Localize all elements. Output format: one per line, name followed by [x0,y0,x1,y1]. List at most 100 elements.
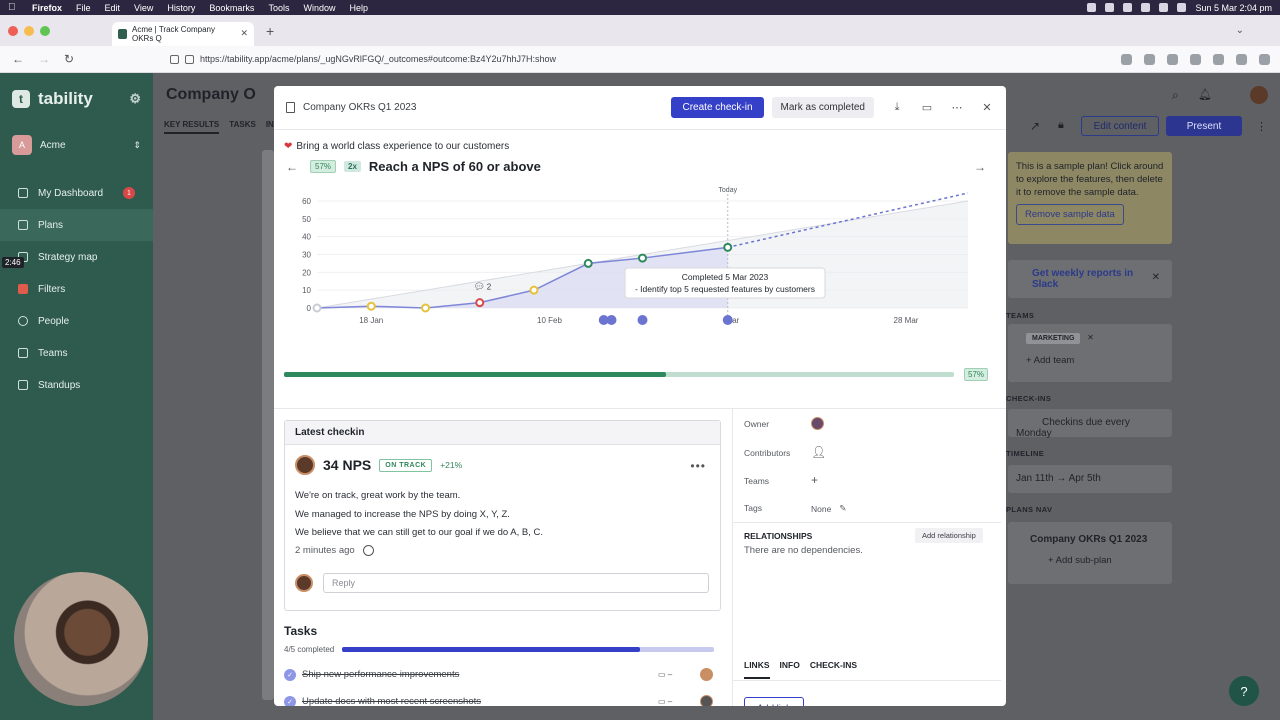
remove-sample-data-button[interactable]: Remove sample data [1016,204,1124,225]
owner-value[interactable] [811,417,824,430]
avatar[interactable] [700,668,713,681]
checkin-more-icon[interactable]: ••• [690,459,706,473]
menu-view[interactable]: View [134,3,153,13]
menu-history[interactable]: History [167,3,195,13]
menu-edit[interactable]: Edit [105,3,121,13]
back-icon[interactable]: ← [12,52,26,66]
menu-icon[interactable] [1259,53,1270,65]
remove-team-icon[interactable]: ✕ [1087,333,1094,342]
sidebar-item-filters[interactable]: Filters [0,273,153,305]
add-link-button[interactable]: Add link [744,697,804,706]
control-center-icon[interactable] [1177,3,1187,12]
task-due-date[interactable]: ▭ – [658,670,694,679]
lock-icon[interactable]: 🔒︎ [1058,119,1064,132]
check-icon[interactable]: ✓ [284,668,296,681]
modal-plan-name[interactable]: Company OKRs Q1 2023 [303,102,416,113]
bell-icon[interactable]: 🔔︎ [1198,88,1212,101]
task-label[interactable]: Update docs with most recent screenshots [302,696,652,706]
minimize-window-icon[interactable] [24,25,34,36]
tags-value[interactable]: None ✎ [811,503,846,514]
menu-window[interactable]: Window [303,3,335,13]
present-icon[interactable]: ▭ [920,101,934,114]
workspace-switcher[interactable]: A Acme ⇕ [12,135,141,155]
task-item[interactable]: ✓ Ship new performance improvements ▭ – [284,668,721,681]
close-tab-icon[interactable]: ✕ [240,28,248,39]
edit-content-button[interactable]: Edit content [1081,116,1159,136]
checkins-card[interactable]: Checkins due every Monday [1008,409,1172,439]
add-team-icon[interactable]: + [811,473,818,487]
create-checkin-button[interactable]: Create check-in [671,97,764,118]
add-subplan-link[interactable]: + Add sub-plan [1016,555,1164,566]
menu-tools[interactable]: Tools [268,3,289,13]
team-tag[interactable]: MARKETING [1026,333,1081,344]
url-bar[interactable]: https://tability.app/acme/plans/_ugNGvRl… [170,48,1030,70]
shield-icon[interactable] [170,54,179,64]
downloads-icon[interactable] [1144,53,1155,65]
tab-list-chevron-icon[interactable]: ⌄ [1236,25,1244,36]
search-icon[interactable]: ⌕ [1172,88,1179,103]
download-icon[interactable]: ⤓ [890,101,904,114]
pencil-icon[interactable]: ✎ [839,503,846,514]
avatar[interactable] [295,455,315,475]
tab-tasks[interactable]: TASKS [229,120,256,134]
task-due-date[interactable]: ▭ – [658,697,694,706]
menu-file[interactable]: File [76,3,91,13]
pocket-icon[interactable] [1121,53,1132,65]
add-contributor-icon[interactable]: 👤︎ [811,445,826,459]
task-item[interactable]: ✓ Update docs with most recent screensho… [284,695,721,706]
url-text[interactable]: https://tability.app/acme/plans/_ugNGvRl… [200,54,556,64]
new-tab-icon[interactable]: + [266,23,274,39]
present-button[interactable]: Present [1166,116,1242,136]
wifi-icon[interactable] [1141,3,1151,12]
close-icon[interactable]: ✕ [980,101,994,114]
apple-icon[interactable]:  [8,2,22,13]
more-icon[interactable]: ⋮ [1256,120,1267,133]
zoom-window-icon[interactable] [40,25,50,36]
tab-checkins[interactable]: CHECK-INS [810,660,857,679]
objective-line[interactable]: ❤ Bring a world class experience to our … [284,141,509,152]
arrow-right-icon[interactable]: → [974,160,986,174]
extension-icon[interactable] [1213,53,1224,65]
sidebar-item-standups[interactable]: Standups [0,369,153,401]
sidebar-item-my-dashboard[interactable]: My Dashboard 1 [0,177,153,209]
menu-help[interactable]: Help [349,3,368,13]
arrow-left-icon[interactable]: ← [286,160,298,174]
avatar[interactable] [700,695,713,706]
reload-icon[interactable]: ↻ [64,52,78,66]
sidebar-item-teams[interactable]: Teams [0,337,153,369]
tab-key-results[interactable]: KEY RESULTS [164,120,220,134]
emoji-reaction-icon[interactable] [362,545,374,556]
mark-completed-button[interactable]: Mark as completed [771,97,874,118]
tab-insights[interactable]: IN [266,120,274,134]
reply-input[interactable]: Reply [323,573,709,593]
more-icon[interactable]: ⋯ [950,101,964,114]
status-icon[interactable] [1105,3,1115,12]
add-team-link[interactable]: + Add team [1016,355,1164,366]
help-icon[interactable]: ? [1229,676,1259,706]
add-relationship-button[interactable]: Add relationship [915,528,983,543]
share-icon[interactable]: ↗ [1030,119,1040,133]
slack-reports-card[interactable]: Get weekly reports in Slack ✕ [1008,260,1172,298]
close-icon[interactable]: ✕ [1152,272,1160,283]
brand-logo[interactable]: t tability ⚙ [0,73,153,125]
task-label[interactable]: Ship new performance improvements [302,669,652,680]
close-window-icon[interactable] [8,25,18,36]
tab-links[interactable]: LINKS [744,660,770,679]
tab-info[interactable]: INFO [780,660,800,679]
sidebar-item-plans[interactable]: Plans [0,209,153,241]
search-icon[interactable] [1159,3,1169,12]
browser-tab[interactable]: Acme | Track Company OKRs Q ✕ [112,21,254,46]
extension-icon[interactable] [1167,53,1178,65]
status-icon[interactable] [1087,3,1097,12]
slack-reports-link[interactable]: Get weekly reports in Slack [1016,268,1146,290]
avatar[interactable] [811,417,824,430]
check-icon[interactable]: ✓ [284,695,296,706]
kr-title[interactable]: Reach a NPS of 60 or above [369,159,541,174]
menu-bookmarks[interactable]: Bookmarks [209,3,254,13]
extension-icon[interactable] [1190,53,1201,65]
extensions-icon[interactable] [1236,53,1247,65]
gear-icon[interactable]: ⚙ [129,91,141,107]
status-icon[interactable] [1123,3,1133,12]
timeline-card[interactable]: Jan 11th → Apr 5th [1008,465,1172,493]
sidebar-item-people[interactable]: People [0,305,153,337]
